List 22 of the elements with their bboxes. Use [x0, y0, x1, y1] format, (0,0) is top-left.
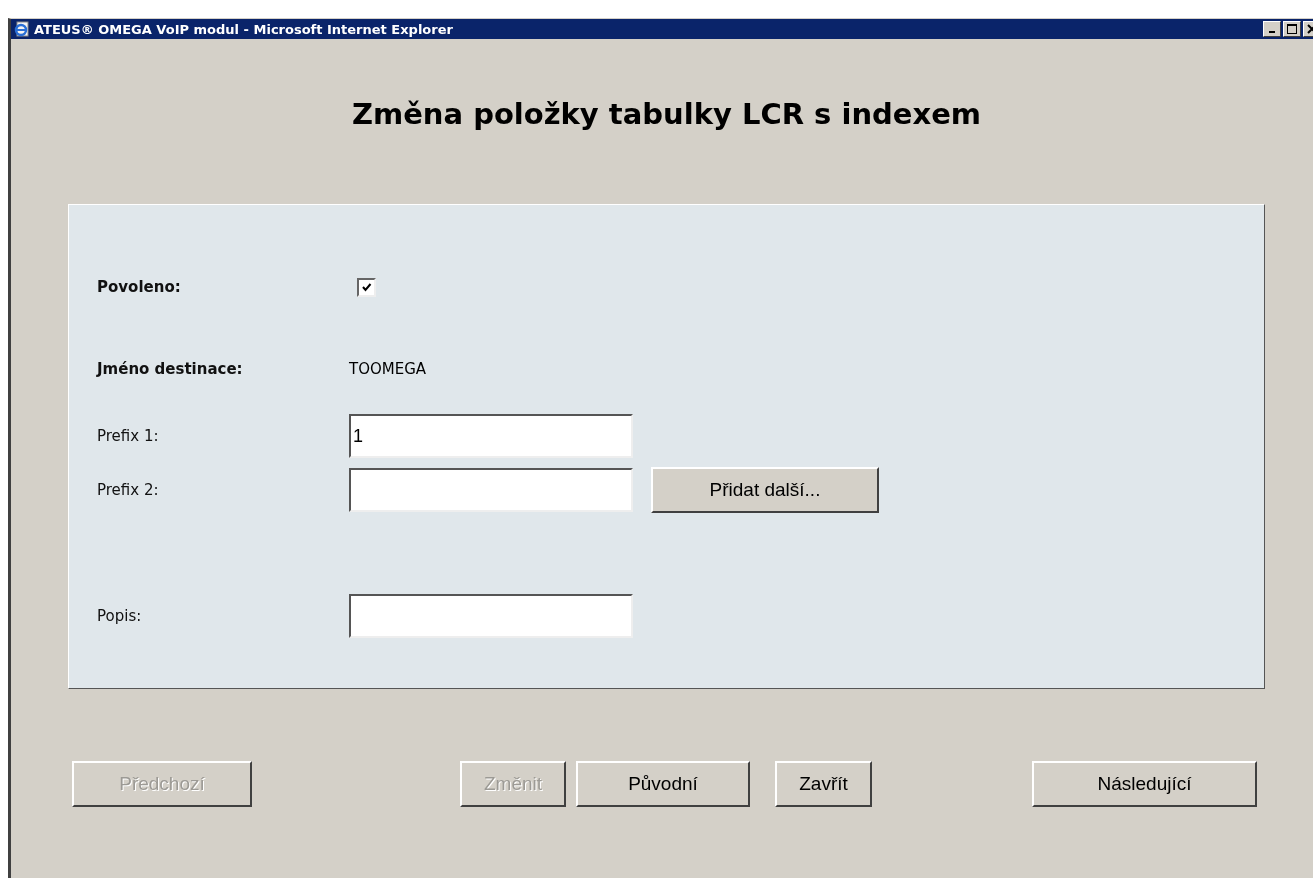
- field-label: Prefix 1:: [97, 427, 160, 445]
- input-field[interactable]: [349, 594, 633, 638]
- nav-button[interactable]: Zavřít: [775, 761, 872, 807]
- nav-button[interactable]: Následující: [1032, 761, 1257, 807]
- field-label: Prefix 2:: [97, 481, 160, 499]
- minimize-icon: [1269, 31, 1275, 33]
- page-heading: Změna položky tabulky LCR s indexem: [350, 96, 983, 133]
- maximize-button[interactable]: [1283, 21, 1301, 37]
- field-value: TOOMEGA: [349, 360, 427, 378]
- checkmark-icon: [361, 281, 372, 293]
- browser-icon: [14, 21, 30, 37]
- field-label: Jméno destinace:: [97, 360, 244, 378]
- checkbox[interactable]: [357, 277, 376, 297]
- window-title: ATEUS® OMEGA VoIP modul - Microsoft Internet Explorer: [34, 21, 454, 37]
- maximize-icon: [1287, 24, 1297, 34]
- input-field[interactable]: [349, 468, 633, 512]
- minimize-button[interactable]: [1263, 21, 1281, 37]
- nav-button[interactable]: Původní: [576, 761, 750, 807]
- add-more-button[interactable]: Přidat další...: [651, 467, 879, 513]
- field-label: Popis:: [97, 607, 143, 625]
- input-field[interactable]: 1: [349, 414, 633, 458]
- field-label: Povoleno:: [97, 278, 182, 296]
